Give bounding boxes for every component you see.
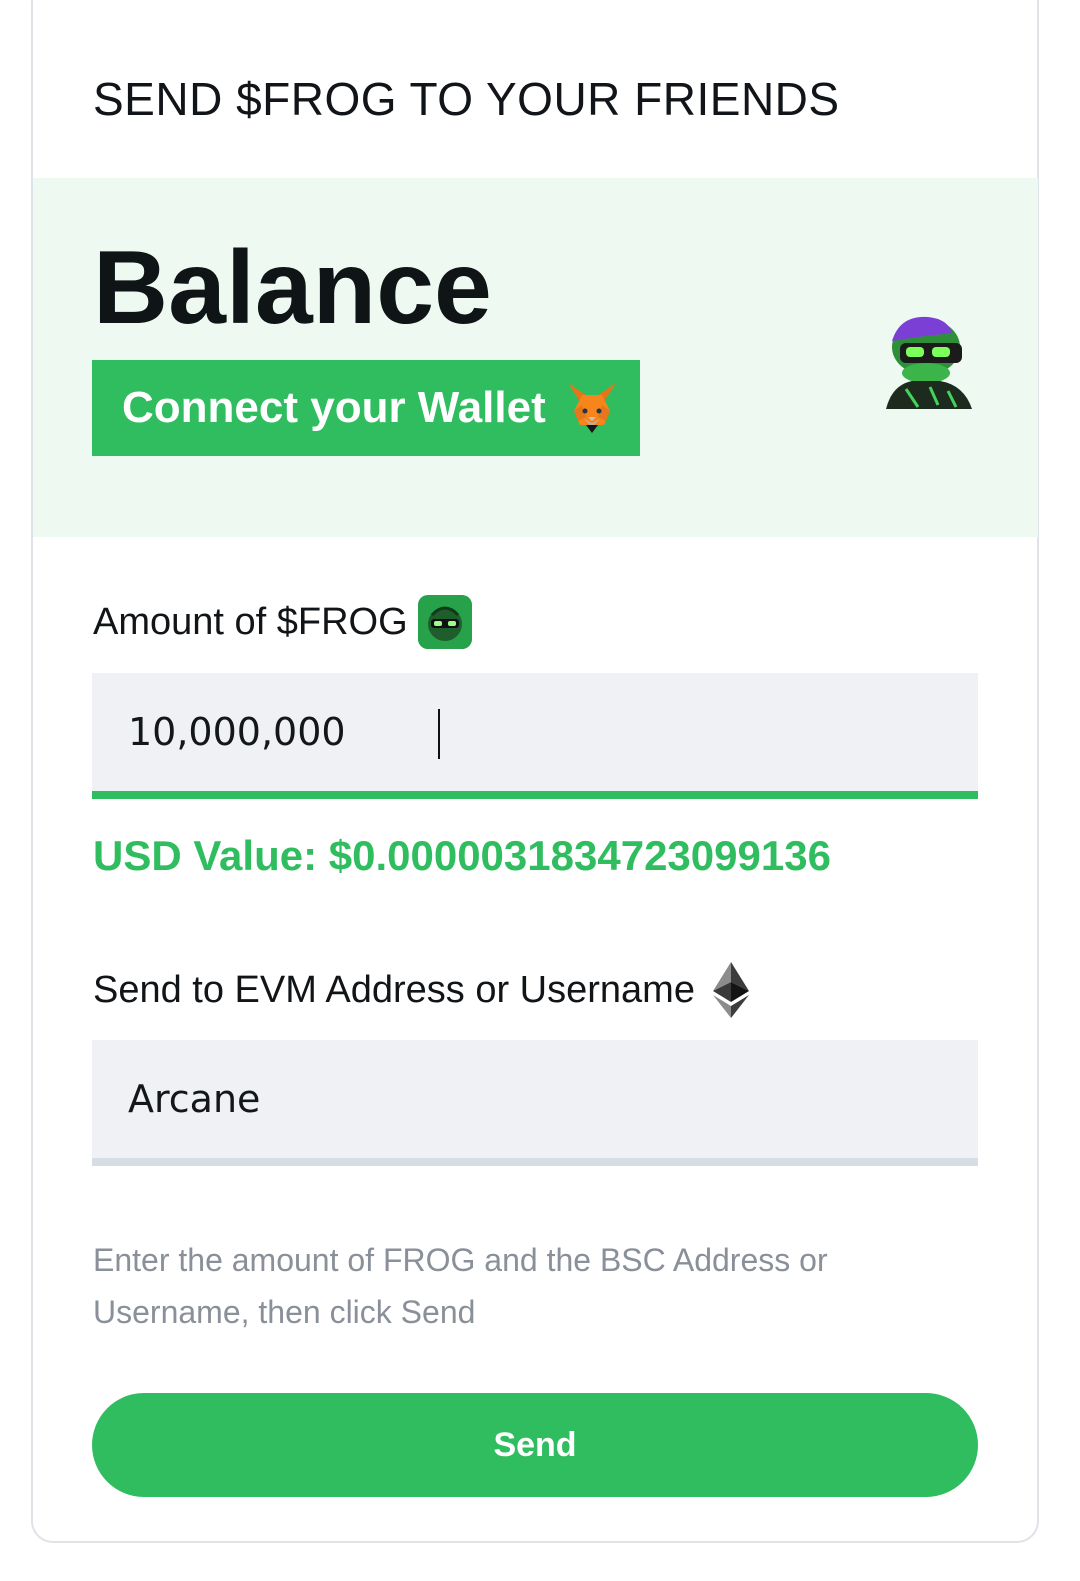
recipient-label: Send to EVM Address or Username <box>93 962 749 1018</box>
frog-avatar-icon <box>886 316 972 409</box>
send-button[interactable]: Send <box>92 1393 978 1497</box>
recipient-input[interactable] <box>92 1040 978 1158</box>
connect-wallet-label: Connect your Wallet <box>122 383 546 432</box>
balance-heading: Balance <box>93 230 492 346</box>
ethereum-icon <box>712 962 749 1018</box>
balance-panel: Balance Connect your Wallet <box>33 178 1038 537</box>
help-text: Enter the amount of FROG and the BSC Add… <box>93 1242 828 1330</box>
recipient-label-text: Send to EVM Address or Username <box>93 968 695 1011</box>
amount-label-text: Amount of $FROG <box>93 600 408 643</box>
amount-input[interactable] <box>92 673 978 791</box>
metamask-fox-icon <box>567 383 616 433</box>
amount-field[interactable] <box>92 673 978 799</box>
recipient-field[interactable] <box>92 1040 978 1166</box>
frog-token-icon <box>417 595 472 649</box>
usd-value: USD Value: $0.0000031834723099136 <box>93 832 831 879</box>
page-title: SEND $FROG TO YOUR FRIENDS <box>93 73 840 125</box>
text-caret <box>438 709 440 759</box>
amount-label: Amount of $FROG <box>93 595 472 649</box>
connect-wallet-button[interactable]: Connect your Wallet <box>92 360 640 456</box>
